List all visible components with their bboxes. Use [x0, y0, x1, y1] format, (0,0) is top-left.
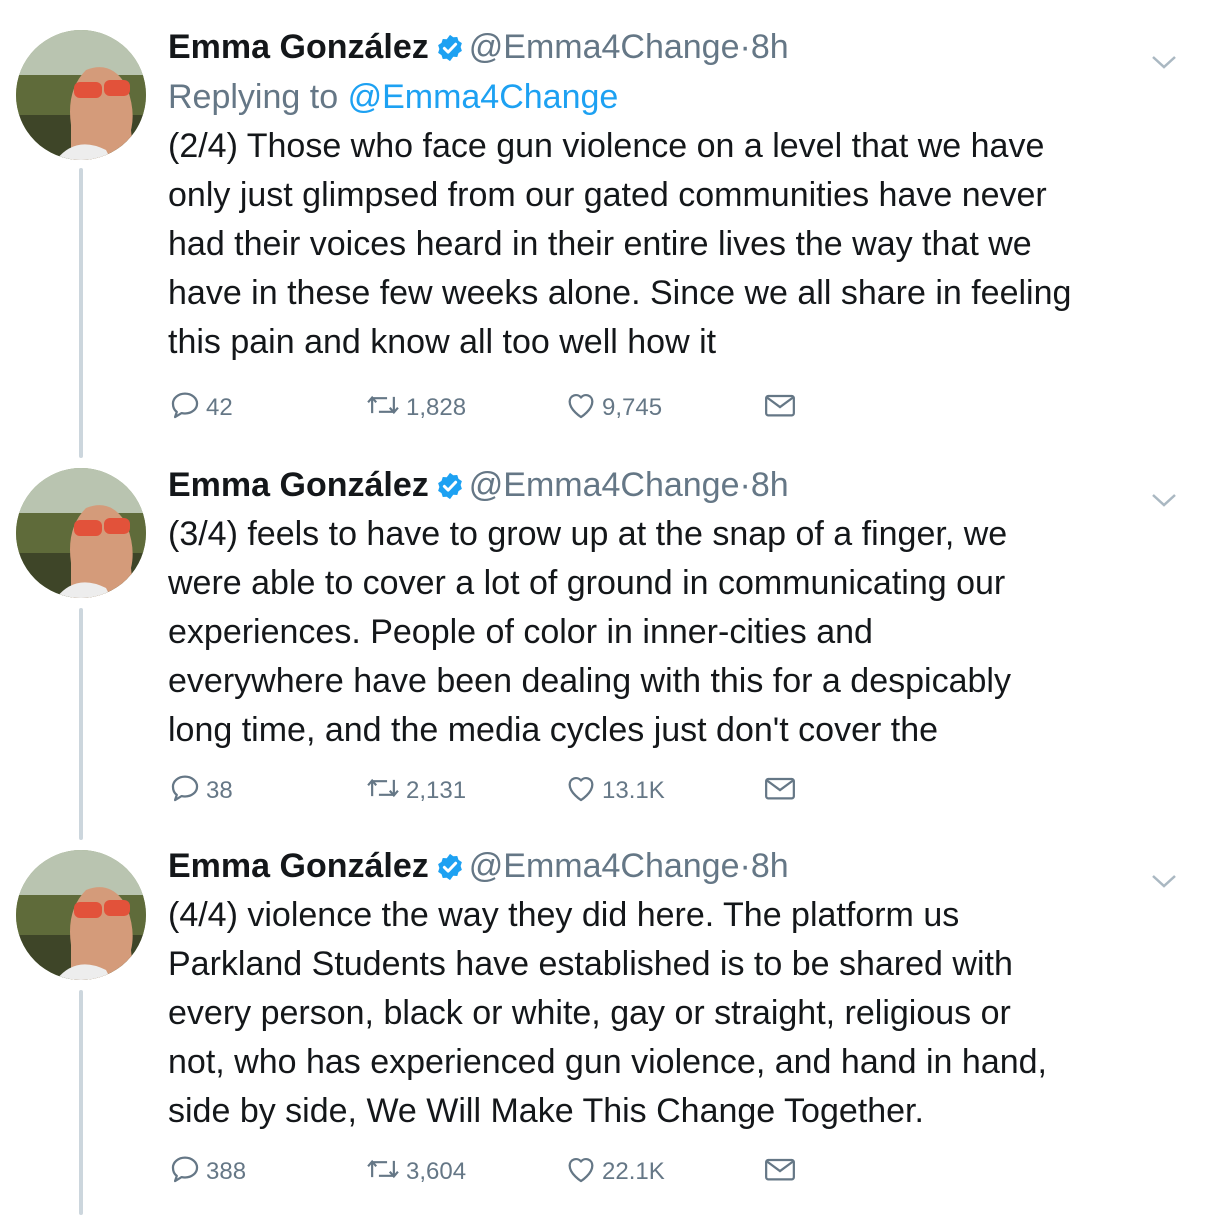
verified-badge-icon [435, 846, 465, 896]
tweet-content: Emma González @Emma4Change·8h (4/4) viole… [168, 841, 1178, 1136]
mail-icon [762, 388, 802, 429]
like-count: 22.1K [602, 1158, 665, 1185]
like-button[interactable]: 22.1K [564, 1152, 665, 1192]
heart-icon [564, 388, 602, 429]
tweet-timestamp[interactable]: 8h [751, 28, 789, 66]
retweet-count: 3,604 [406, 1158, 467, 1185]
replying-to-link[interactable]: @Emma4Change [348, 78, 619, 116]
author-handle[interactable]: @Emma4Change [469, 847, 740, 885]
thread-line [79, 608, 83, 840]
tweet-content: Emma González @Emma4Change·8h (3/4) feels… [168, 460, 1178, 755]
reply-icon [168, 771, 206, 812]
heart-icon [564, 771, 602, 812]
thread-line [79, 168, 83, 458]
chevron-down-icon[interactable] [1150, 36, 1178, 86]
like-button[interactable]: 9,745 [564, 388, 662, 428]
retweet-button[interactable]: 3,604 [364, 1152, 466, 1192]
separator-dot: · [739, 847, 751, 885]
separator-dot: · [739, 28, 751, 66]
tweet-header: Emma González @Emma4Change·8h [168, 460, 1178, 510]
verified-badge-icon [435, 27, 465, 77]
retweet-button[interactable]: 1,828 [364, 388, 466, 428]
author-name[interactable]: Emma González [168, 847, 429, 885]
reply-count: 38 [206, 777, 233, 804]
tweet-header: Emma González @Emma4Change·8h [168, 22, 1178, 72]
like-button[interactable]: 13.1K [564, 771, 665, 811]
retweet-icon [364, 771, 406, 812]
tweet-text: (4/4) violence the way they did here. Th… [168, 896, 1047, 1130]
tweet-timestamp[interactable]: 8h [751, 466, 789, 504]
retweet-count: 1,828 [406, 394, 467, 421]
avatar[interactable] [16, 468, 146, 598]
retweet-icon [364, 388, 406, 429]
mail-icon [762, 771, 802, 812]
like-count: 9,745 [602, 394, 663, 421]
reply-button[interactable]: 388 [168, 1152, 246, 1192]
tweet-header: Emma González @Emma4Change·8h [168, 841, 1178, 891]
tweet-content: Emma González @Emma4Change·8h Replying to… [168, 22, 1178, 367]
tweet-actions: 388 3,604 22.1K [168, 1152, 868, 1192]
tweet-actions: 38 2,131 13.1K [168, 771, 868, 811]
heart-icon [564, 1152, 602, 1193]
retweet-count: 2,131 [406, 777, 467, 804]
reply-icon [168, 1152, 206, 1193]
tweet-text: (3/4) feels to have to grow up at the sn… [168, 515, 1011, 749]
reply-button[interactable]: 38 [168, 771, 233, 811]
author-handle[interactable]: @Emma4Change [469, 466, 740, 504]
avatar[interactable] [16, 30, 146, 160]
author-handle[interactable]: @Emma4Change [469, 28, 740, 66]
separator-dot: · [739, 466, 751, 504]
direct-message-button[interactable] [762, 771, 802, 811]
reply-button[interactable]: 42 [168, 388, 233, 428]
author-name[interactable]: Emma González [168, 28, 429, 66]
verified-badge-icon [435, 465, 465, 515]
chevron-down-icon[interactable] [1150, 474, 1178, 524]
thread-line [79, 990, 83, 1215]
like-count: 13.1K [602, 777, 665, 804]
replying-to: Replying to @Emma4Change [168, 72, 1178, 122]
replying-to-label: Replying to [168, 78, 339, 116]
reply-count: 42 [206, 394, 233, 421]
mail-icon [762, 1152, 802, 1193]
direct-message-button[interactable] [762, 1152, 802, 1192]
retweet-icon [364, 1152, 406, 1193]
reply-icon [168, 388, 206, 429]
tweet-actions: 42 1,828 9,745 [168, 388, 868, 428]
reply-count: 388 [206, 1158, 247, 1185]
author-name[interactable]: Emma González [168, 466, 429, 504]
tweet-timestamp[interactable]: 8h [751, 847, 789, 885]
tweet-text: (2/4) Those who face gun violence on a l… [168, 127, 1072, 361]
direct-message-button[interactable] [762, 388, 802, 428]
avatar[interactable] [16, 850, 146, 980]
chevron-down-icon[interactable] [1150, 855, 1178, 905]
retweet-button[interactable]: 2,131 [364, 771, 466, 811]
